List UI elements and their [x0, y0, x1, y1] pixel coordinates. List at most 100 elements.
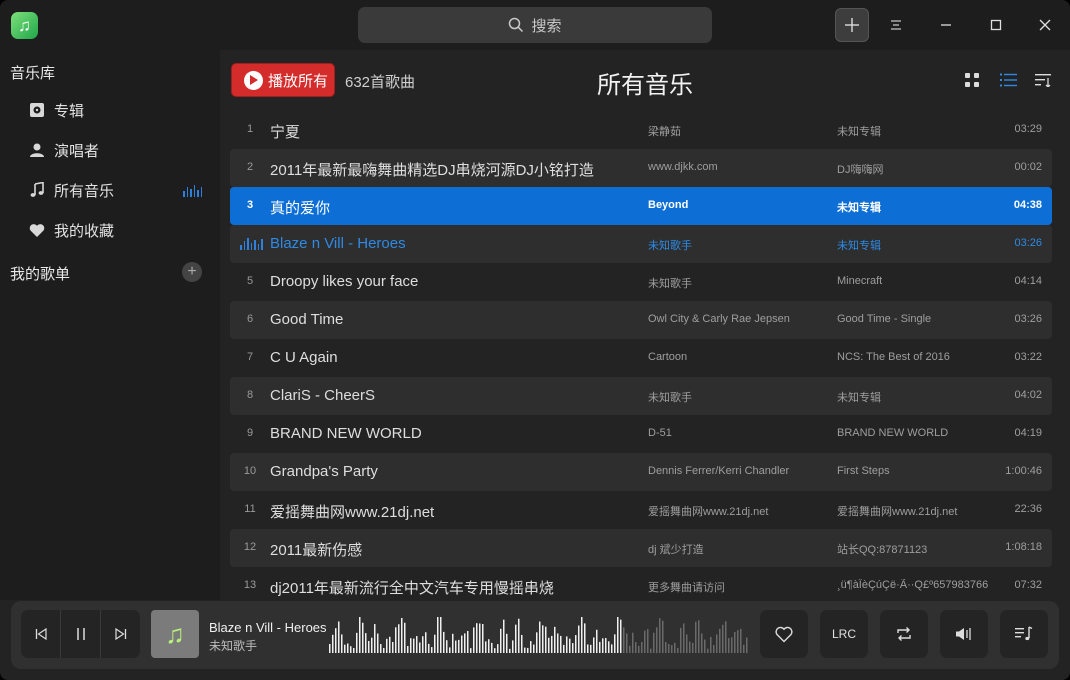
sort-button[interactable]	[1031, 68, 1055, 92]
waveform-bar	[512, 640, 514, 653]
waveform-bar	[359, 617, 361, 653]
track-album: 未知专辑	[837, 240, 881, 252]
waveform-bar	[428, 643, 430, 653]
search-label: 搜索	[531, 17, 562, 35]
queue-icon	[1015, 626, 1033, 641]
track-artist: 更多舞曲请访问	[648, 582, 725, 594]
waveform-bar	[464, 633, 466, 653]
waveform-bar	[482, 624, 484, 653]
next-button[interactable]	[101, 610, 140, 658]
waveform-bar	[656, 627, 658, 653]
waveform-bar	[629, 645, 631, 653]
waveform-bar	[722, 624, 724, 653]
table-row[interactable]: 2 2011年最新最嗨舞曲精选DJ串烧河源DJ小铭打造 www.djkk.com DJ…	[230, 149, 1052, 187]
track-duration: 04:19	[1014, 427, 1042, 439]
grid-view-button[interactable]	[960, 68, 984, 92]
close-button[interactable]	[1028, 8, 1062, 42]
waveform-bar	[683, 623, 685, 653]
playlist-queue-button[interactable]	[1000, 610, 1048, 658]
sidebar-item-label: 专辑	[54, 102, 85, 120]
waveform-bar	[479, 623, 481, 653]
search-box[interactable]: 搜索	[358, 7, 712, 43]
track-artist: dj 斌少打造	[648, 544, 704, 556]
waveform-bar	[344, 644, 346, 653]
track-artist: Dennis Ferrer/Kerri Chandler	[648, 465, 790, 477]
play-all-button[interactable]: 播放所有	[231, 63, 335, 97]
sidebar-item-favorites[interactable]: 我的收藏	[20, 213, 210, 247]
table-row[interactable]: 5 Droopy likes your face 未知歌手 Minecraft 04:1…	[230, 263, 1052, 301]
table-row[interactable]: 8 ClariS - CheerS 未知歌手 未知专辑 04:02	[230, 377, 1052, 415]
title-bar: ♫ 搜索	[0, 0, 1070, 50]
waveform-bar	[392, 641, 394, 653]
table-row-selected[interactable]: 3 真的爱你 Beyond 未知专辑 04:38	[230, 187, 1052, 225]
add-button[interactable]	[835, 8, 869, 42]
waveform-bar	[647, 629, 649, 653]
waveform-bar	[335, 628, 337, 653]
sidebar-item-artists[interactable]: 演唱者	[20, 133, 210, 167]
track-album: Good Time - Single	[837, 313, 932, 325]
menu-button[interactable]	[879, 8, 913, 42]
album-cover[interactable]: ♫	[151, 610, 199, 658]
track-duration: 1:00:46	[1005, 465, 1042, 477]
waveform-bar	[644, 630, 646, 653]
waveform-bar	[503, 619, 505, 653]
waveform-bar	[746, 637, 748, 653]
app-logo-icon: ♫	[11, 12, 38, 39]
sidebar-item-label: 我的收藏	[54, 222, 115, 240]
table-row[interactable]: 6 Good Time Owl City & Carly Rae Jepsen Goo…	[230, 301, 1052, 339]
waveform-bar	[458, 639, 460, 653]
waveform-bar	[740, 628, 742, 653]
sidebar-item-label: 演唱者	[54, 142, 100, 160]
minimize-button[interactable]	[929, 8, 963, 42]
waveform-bar	[371, 637, 373, 653]
track-title: 2011年最新最嗨舞曲精选DJ串烧河源DJ小铭打造	[270, 162, 594, 179]
waveform-bar	[497, 644, 499, 653]
waveform-bar	[620, 619, 622, 653]
table-row[interactable]: 1 宁夏 梁静茹 未知专辑 03:29	[230, 111, 1052, 149]
track-artist: 未知歌手	[648, 392, 692, 404]
waveform-bar	[347, 643, 349, 653]
waveform-bar	[413, 638, 415, 653]
waveform-bar	[518, 618, 520, 653]
next-icon	[114, 628, 126, 640]
waveform-bar	[521, 634, 523, 653]
table-row[interactable]: 11 爱摇舞曲网www.21dj.net 爱摇舞曲网www.21dj.net 爱摇舞曲…	[230, 491, 1052, 529]
waveform-bar	[533, 644, 535, 653]
table-row[interactable]: 7 C U Again Cartoon NCS: The Best of 2016 03…	[230, 339, 1052, 377]
list-view-button[interactable]	[996, 68, 1020, 92]
table-row[interactable]: 9 BRAND NEW WORLD D-51 BRAND NEW WORLD 04:19	[230, 415, 1052, 453]
maximize-button[interactable]	[979, 8, 1013, 42]
track-number: 9	[246, 427, 254, 439]
waveform-bar	[671, 645, 673, 653]
waveform-bar	[419, 642, 421, 653]
track-album: 爱摇舞曲网www.21dj.net	[837, 506, 958, 518]
playing-indicator-icon	[183, 185, 202, 197]
table-row[interactable]: 13 dj2011年最新流行全中文汽车专用慢摇串烧 更多舞曲请访问 ¸ü¶àÎèÇúÇ…	[230, 567, 1052, 605]
waveform-progress[interactable]	[329, 615, 749, 655]
track-number: 10	[243, 465, 257, 477]
waveform-bar	[695, 621, 697, 653]
waveform-bar	[329, 644, 331, 653]
waveform-bar	[602, 638, 604, 653]
table-row-playing[interactable]: Blaze n Vill - Heroes 未知歌手 未知专辑 03:26	[230, 225, 1052, 263]
track-title: Droopy likes your face	[270, 273, 419, 290]
repeat-button[interactable]	[880, 610, 928, 658]
waveform-bar	[467, 630, 469, 653]
volume-button[interactable]	[940, 610, 988, 658]
favorite-button[interactable]	[760, 610, 808, 658]
waveform-bar	[410, 638, 412, 653]
waveform-bar	[563, 644, 565, 653]
waveform-bar	[422, 636, 424, 653]
waveform-bar	[578, 625, 580, 653]
sidebar-item-albums[interactable]: 专辑	[20, 93, 210, 127]
waveform-bar	[701, 633, 703, 653]
pause-button[interactable]	[61, 610, 101, 658]
table-row[interactable]: 12 2011最新伤感 dj 斌少打造 站长QQ:87871123 1:08:18	[230, 529, 1052, 567]
previous-button[interactable]	[21, 610, 61, 658]
sidebar-item-all-music[interactable]: 所有音乐	[20, 173, 210, 207]
waveform-bar	[725, 621, 727, 653]
lyrics-button[interactable]: LRC	[820, 610, 868, 658]
add-playlist-button[interactable]: +	[182, 262, 202, 282]
table-row[interactable]: 10 Grandpa's Party Dennis Ferrer/Kerri Cha…	[230, 453, 1052, 491]
waveform-bar	[440, 617, 442, 653]
